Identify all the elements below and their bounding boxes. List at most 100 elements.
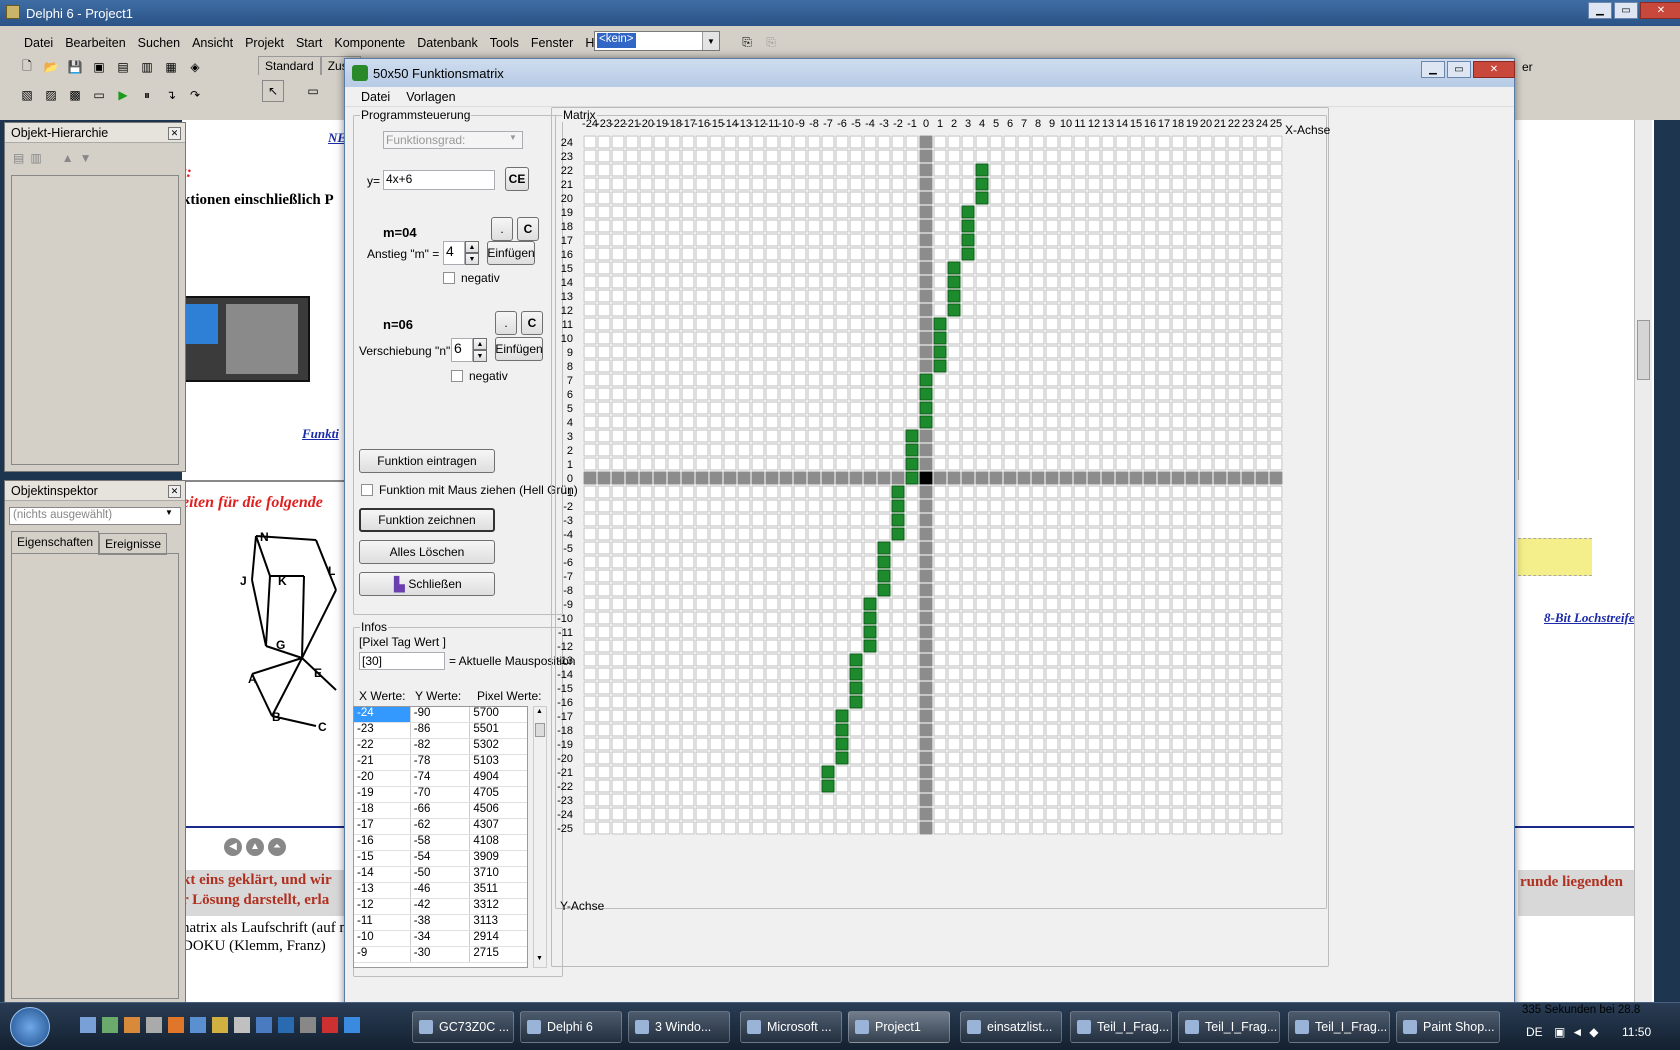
menu-projekt[interactable]: Projekt bbox=[239, 34, 290, 54]
grid-cell bbox=[1143, 737, 1157, 751]
start-button[interactable] bbox=[10, 1007, 50, 1047]
doc-scroll-thumb[interactable] bbox=[1637, 320, 1650, 380]
delete-icon[interactable]: ▥ bbox=[30, 151, 41, 165]
grid-cell bbox=[765, 625, 779, 639]
clock[interactable]: 11:50 bbox=[1622, 1025, 1651, 1039]
arrow-up-icon[interactable]: ▲ bbox=[62, 151, 74, 165]
open-project-icon[interactable]: ▤ bbox=[112, 56, 134, 78]
quick-launch-icon[interactable] bbox=[344, 1017, 360, 1033]
menu-start[interactable]: Start bbox=[290, 34, 328, 54]
grid-cell bbox=[821, 331, 835, 345]
task-gc73z0c[interactable]: GC73Z0C ... bbox=[412, 1011, 514, 1043]
quick-launch-icon[interactable] bbox=[168, 1017, 184, 1033]
quick-launch-icon[interactable] bbox=[80, 1017, 96, 1033]
task-project1[interactable]: Project1 bbox=[848, 1011, 950, 1043]
view-form-icon[interactable]: ▨ bbox=[40, 84, 62, 106]
grid-cell bbox=[1059, 597, 1073, 611]
back-arrow-icon[interactable]: ◀ bbox=[224, 838, 242, 856]
task-teil-i-3[interactable]: Teil_I_Frag... bbox=[1288, 1011, 1390, 1043]
quick-launch-icon[interactable] bbox=[146, 1017, 162, 1033]
toggle-form-unit-icon[interactable]: ▩ bbox=[64, 84, 86, 106]
run-icon[interactable]: ▶ bbox=[112, 84, 134, 106]
menu-komponente[interactable]: Komponente bbox=[328, 34, 411, 54]
hierarchy-tree[interactable] bbox=[11, 175, 179, 465]
frames-icon[interactable]: ▭ bbox=[302, 80, 324, 102]
grid-cell bbox=[723, 457, 737, 471]
task-paint-shop[interactable]: Paint Shop... bbox=[1396, 1011, 1500, 1043]
grid-cell bbox=[1185, 779, 1199, 793]
save-all-icon[interactable]: ▣ bbox=[88, 56, 110, 78]
step-over-icon[interactable]: ↷ bbox=[184, 84, 206, 106]
quick-launch-icon[interactable] bbox=[322, 1017, 338, 1033]
menu-datei[interactable]: Datei bbox=[18, 34, 59, 54]
quick-launch-icon[interactable] bbox=[234, 1017, 250, 1033]
close-icon[interactable]: ✕ bbox=[168, 127, 181, 140]
pointer-icon[interactable]: ↖ bbox=[262, 80, 284, 102]
menu-ansicht[interactable]: Ansicht bbox=[186, 34, 239, 54]
language-indicator[interactable]: DE bbox=[1526, 1025, 1543, 1039]
menu-suchen[interactable]: Suchen bbox=[132, 34, 186, 54]
property-list[interactable] bbox=[11, 553, 179, 999]
quick-launch-icon[interactable] bbox=[212, 1017, 228, 1033]
grid-cell bbox=[1101, 681, 1115, 695]
help-icon[interactable]: ◈ bbox=[184, 56, 206, 78]
new-form-icon[interactable]: ▭ bbox=[88, 84, 110, 106]
pause-icon[interactable]: ⏸ bbox=[136, 84, 158, 106]
minimize-icon[interactable]: ▁ bbox=[1588, 2, 1612, 19]
inspector-object-combo[interactable]: (nichts ausgewählt) bbox=[9, 507, 181, 525]
quick-launch-icon[interactable] bbox=[300, 1017, 316, 1033]
task-microsoft[interactable]: Microsoft ... bbox=[740, 1011, 842, 1043]
task-windows-group[interactable]: 3 Windo... bbox=[628, 1011, 730, 1043]
close-icon[interactable]: ✕ bbox=[168, 485, 181, 498]
remove-file-icon[interactable]: ▦ bbox=[160, 56, 182, 78]
save-icon[interactable]: 💾 bbox=[64, 56, 86, 78]
grid-cell bbox=[625, 387, 639, 401]
open-icon[interactable]: 📂 bbox=[40, 56, 62, 78]
task-einsatzliste[interactable]: einsatzlist... bbox=[960, 1011, 1062, 1043]
quick-launch-icon[interactable] bbox=[256, 1017, 272, 1033]
quick-launch-icon[interactable] bbox=[278, 1017, 294, 1033]
chevron-down-icon[interactable]: ▼ bbox=[702, 32, 719, 50]
y-tick-label: 17 bbox=[561, 235, 573, 247]
lochstreifen-link[interactable]: 8-Bit Lochstreifen bbox=[1544, 610, 1642, 626]
doc-scrollbar[interactable] bbox=[1634, 120, 1652, 1002]
security-icon[interactable]: ◆ bbox=[1589, 1025, 1598, 1039]
task-teil-i-1[interactable]: Teil_I_Frag... bbox=[1070, 1011, 1172, 1043]
new-icon[interactable]: 🗋 bbox=[16, 56, 38, 78]
view-unit-icon[interactable]: ▧ bbox=[16, 84, 38, 106]
task-delphi[interactable]: Delphi 6 bbox=[520, 1011, 622, 1043]
up-arrow-icon[interactable]: ▲ bbox=[246, 838, 264, 856]
top-arrow-icon[interactable]: ⏶ bbox=[268, 838, 286, 856]
funktionen-link[interactable]: Funkti bbox=[302, 426, 339, 442]
quick-launch-icon[interactable] bbox=[190, 1017, 206, 1033]
trace-into-icon[interactable]: ↴ bbox=[160, 84, 182, 106]
quick-launch-icon[interactable] bbox=[124, 1017, 140, 1033]
close-icon[interactable]: ✕ bbox=[1640, 2, 1680, 19]
function-matrix-grid[interactable]: -24-23-22-21-20-19-18-17-16-15-14-13-12-… bbox=[345, 59, 1514, 1021]
tab-eigenschaften[interactable]: Eigenschaften bbox=[11, 531, 100, 555]
grid-cell bbox=[667, 737, 681, 751]
arrow-down-icon[interactable]: ▼ bbox=[80, 151, 92, 165]
desktop-save-icon[interactable]: ⎘ bbox=[736, 31, 758, 53]
menu-bearbeiten[interactable]: Bearbeiten bbox=[59, 34, 131, 54]
grid-cell bbox=[1269, 219, 1283, 233]
menu-datenbank[interactable]: Datenbank bbox=[411, 34, 483, 54]
menu-tools[interactable]: Tools bbox=[484, 34, 525, 54]
add-file-icon[interactable]: ▥ bbox=[136, 56, 158, 78]
grid-cell bbox=[1269, 667, 1283, 681]
tab-ereignisse[interactable]: Ereignisse bbox=[99, 533, 168, 555]
menu-fenster[interactable]: Fenster bbox=[525, 34, 579, 54]
grid-cell bbox=[975, 331, 989, 345]
tab-standard[interactable]: Standard bbox=[258, 56, 321, 75]
volume-icon[interactable]: ◄ bbox=[1571, 1025, 1583, 1039]
grid-cell bbox=[723, 345, 737, 359]
quick-launch-icon[interactable] bbox=[102, 1017, 118, 1033]
network-icon[interactable]: ▣ bbox=[1554, 1025, 1565, 1039]
maximize-icon[interactable]: ▭ bbox=[1614, 2, 1638, 19]
task-teil-i-2[interactable]: Teil_I_Frag... bbox=[1178, 1011, 1280, 1043]
desktop-set-icon[interactable]: ⎘ bbox=[760, 31, 782, 53]
chevron-down-icon[interactable]: ▼ bbox=[165, 508, 173, 517]
grid-cell bbox=[849, 415, 863, 429]
add-icon[interactable]: ▤ bbox=[13, 151, 24, 165]
grid-cell bbox=[1213, 667, 1227, 681]
